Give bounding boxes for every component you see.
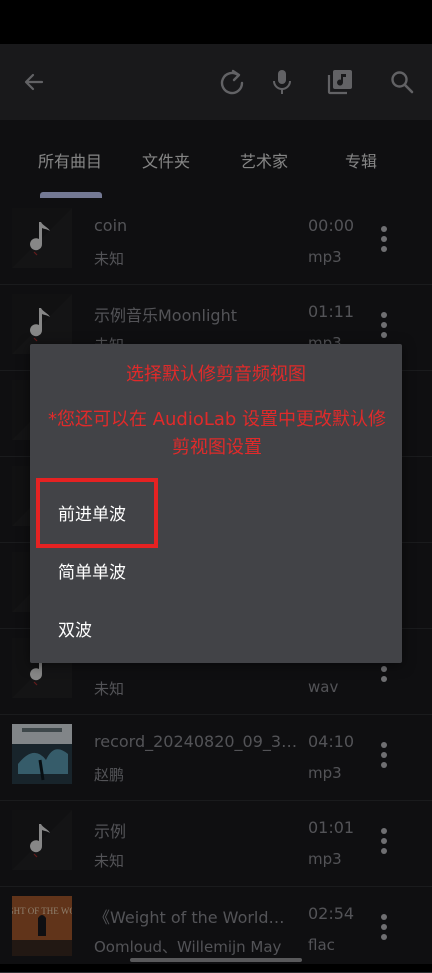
highlight-box: [36, 478, 158, 548]
option-double-wave[interactable]: 双波: [58, 616, 92, 641]
option-simple-single-wave[interactable]: 简单单波: [58, 558, 126, 583]
trim-view-dialog: 选择默认修剪音频视图 *您还可以在 AudioLab 设置中更改默认修剪视图设置…: [30, 344, 402, 663]
dialog-note: *您还可以在 AudioLab 设置中更改默认修剪视图设置: [47, 409, 387, 458]
dialog-title: 选择默认修剪音频视图: [126, 364, 306, 385]
